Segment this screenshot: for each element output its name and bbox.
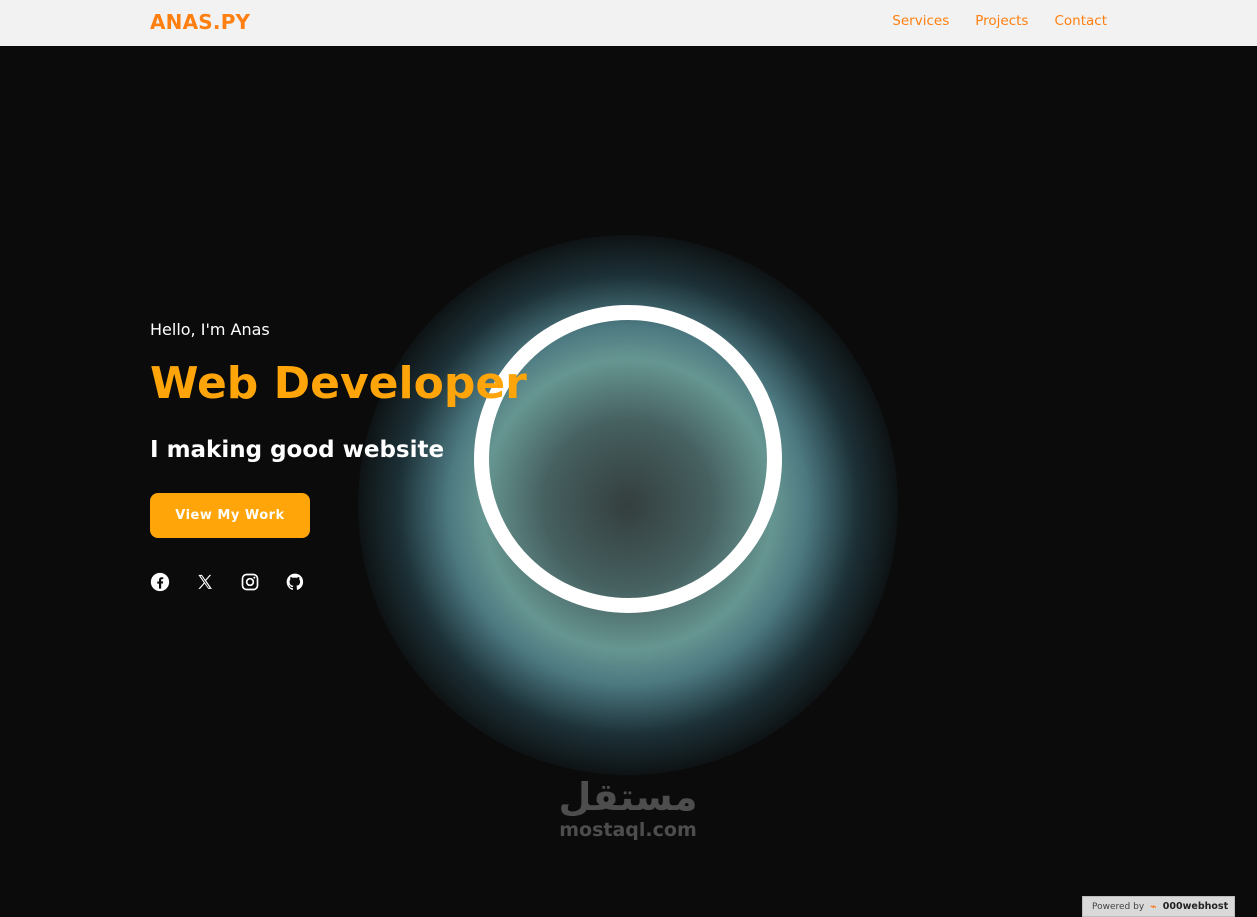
hosting-badge-host: 000webhost <box>1162 901 1229 912</box>
navbar: ANAS.PY Services Projects Contact <box>0 0 1257 46</box>
nav-link-projects[interactable]: Projects <box>975 13 1028 29</box>
mostaql-watermark: مستقل mostaql.com <box>548 775 708 841</box>
nav-links: Services Projects Contact <box>892 13 1107 29</box>
github-icon[interactable] <box>285 572 305 592</box>
hosting-badge[interactable]: Powered by ⌁ 000webhost <box>1082 896 1235 917</box>
glowing-ring <box>474 305 782 613</box>
view-my-work-button[interactable]: View My Work <box>150 493 310 538</box>
hosting-badge-prefix: Powered by <box>1092 901 1145 912</box>
nav-link-services[interactable]: Services <box>892 13 949 29</box>
facebook-icon[interactable] <box>150 572 170 592</box>
hero-greeting: Hello, I'm Anas <box>150 320 270 339</box>
watermark-latin: mostaql.com <box>559 819 697 841</box>
hero-title: Web Developer <box>150 358 527 409</box>
nav-link-contact[interactable]: Contact <box>1054 13 1107 29</box>
watermark-arabic: مستقل <box>558 775 698 819</box>
x-icon[interactable] <box>195 572 215 592</box>
hero-tagline: I making good website <box>150 437 445 463</box>
instagram-icon[interactable] <box>240 572 260 592</box>
webhost-logo-icon: ⌁ <box>1150 900 1157 913</box>
brand-logo[interactable]: ANAS.PY <box>150 10 250 34</box>
social-links <box>150 572 305 592</box>
